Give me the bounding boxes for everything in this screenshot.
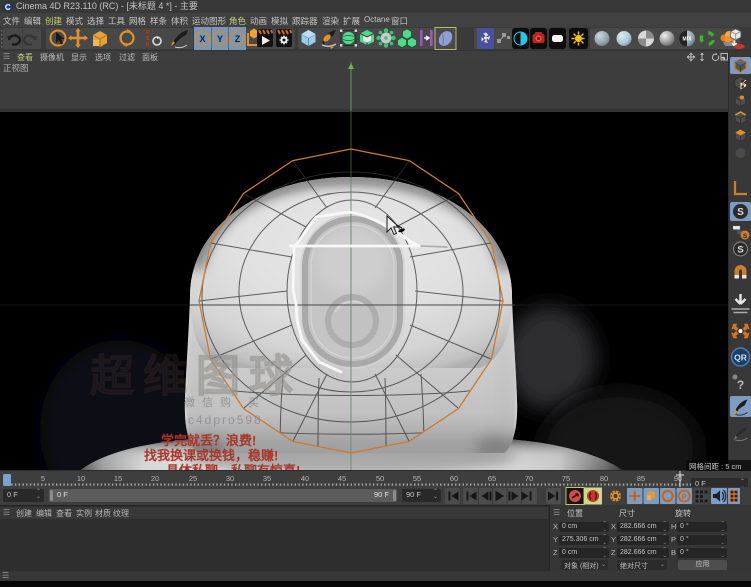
svg-text:S: S: [737, 245, 743, 256]
svg-text:Y: Y: [217, 34, 223, 44]
svg-text:60: 60: [450, 474, 458, 483]
svg-text:R: R: [146, 42, 150, 48]
svg-text:找我换课或换钱，稳赚!: 找我换课或换钱，稳赚!: [144, 448, 278, 463]
svg-text:80: 80: [600, 474, 608, 483]
svg-text:70: 70: [525, 474, 533, 483]
svg-text:学完就丢？浪费!: 学完就丢？浪费!: [161, 433, 256, 448]
svg-text:QR: QR: [734, 353, 747, 363]
svg-text:MIX: MIX: [683, 37, 693, 43]
svg-text:X: X: [199, 34, 205, 44]
svg-text:Z: Z: [235, 34, 241, 44]
svg-text:S: S: [743, 233, 748, 240]
svg-text:85: 85: [637, 474, 645, 483]
svg-text:15: 15: [114, 474, 122, 483]
svg-text:5: 5: [41, 474, 45, 483]
svg-text:30: 30: [226, 474, 234, 483]
svg-text:55: 55: [413, 474, 421, 483]
svg-text:25: 25: [189, 474, 197, 483]
svg-text:20: 20: [151, 474, 159, 483]
svg-text:10: 10: [77, 474, 85, 483]
svg-text:?: ?: [737, 378, 744, 392]
svg-text:c4dpro598: c4dpro598: [188, 413, 263, 427]
svg-text:35: 35: [263, 474, 271, 483]
svg-text:P: P: [682, 492, 687, 501]
svg-text:正视图: 正视图: [3, 63, 29, 73]
svg-text:微信购 买: 微信购 买: [184, 395, 266, 409]
svg-text:40: 40: [301, 474, 309, 483]
svg-text:75: 75: [562, 474, 570, 483]
svg-text:65: 65: [488, 474, 496, 483]
svg-text:S: S: [737, 207, 744, 218]
svg-text:50: 50: [376, 474, 384, 483]
svg-text:45: 45: [338, 474, 346, 483]
svg-text:具体私聊，私聊有惊喜!: 具体私聊，私聊有惊喜!: [166, 463, 300, 470]
